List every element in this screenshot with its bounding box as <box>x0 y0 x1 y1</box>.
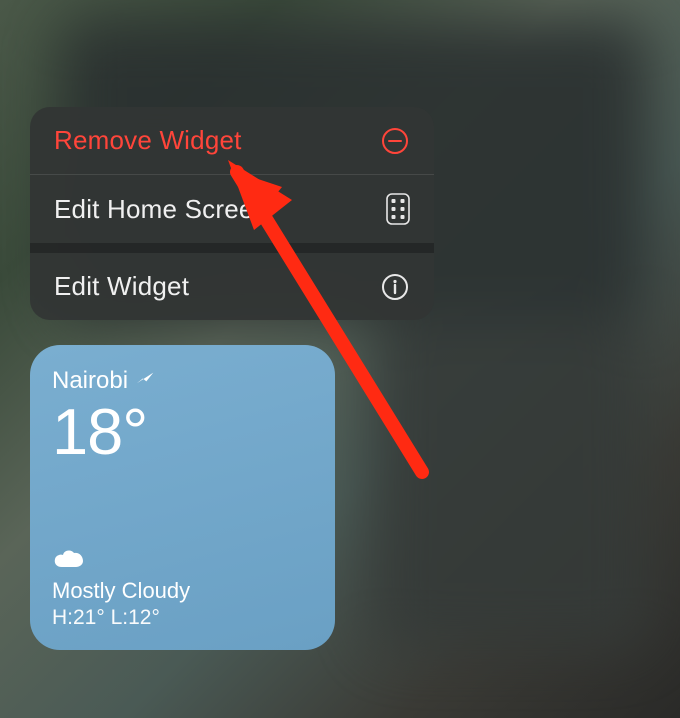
edit-widget-item[interactable]: Edit Widget <box>30 253 434 320</box>
weather-temperature: 18° <box>52 399 313 464</box>
cloud-icon <box>52 547 313 574</box>
weather-widget[interactable]: Nairobi 18° Mostly Cloudy H:21° L:12° <box>30 345 335 650</box>
weather-condition: Mostly Cloudy <box>52 578 313 604</box>
weather-bottom: Mostly Cloudy H:21° L:12° <box>52 547 313 630</box>
remove-widget-label: Remove Widget <box>54 125 242 156</box>
weather-hi-lo: H:21° L:12° <box>52 606 313 630</box>
weather-location: Nairobi <box>52 367 128 395</box>
apps-grid-icon <box>386 193 410 225</box>
remove-widget-item[interactable]: Remove Widget <box>30 107 434 174</box>
info-icon <box>380 272 410 302</box>
edit-widget-label: Edit Widget <box>54 271 189 302</box>
widget-context-menu: Remove Widget Edit Home Screen Edit Widg… <box>30 107 434 320</box>
menu-separator <box>30 243 434 253</box>
edit-home-screen-label: Edit Home Screen <box>54 194 268 225</box>
remove-minus-icon <box>380 126 410 156</box>
edit-home-screen-item[interactable]: Edit Home Screen <box>30 174 434 243</box>
location-arrow-icon <box>136 366 154 394</box>
weather-location-row: Nairobi <box>52 367 313 395</box>
weather-top: Nairobi 18° <box>52 367 313 464</box>
